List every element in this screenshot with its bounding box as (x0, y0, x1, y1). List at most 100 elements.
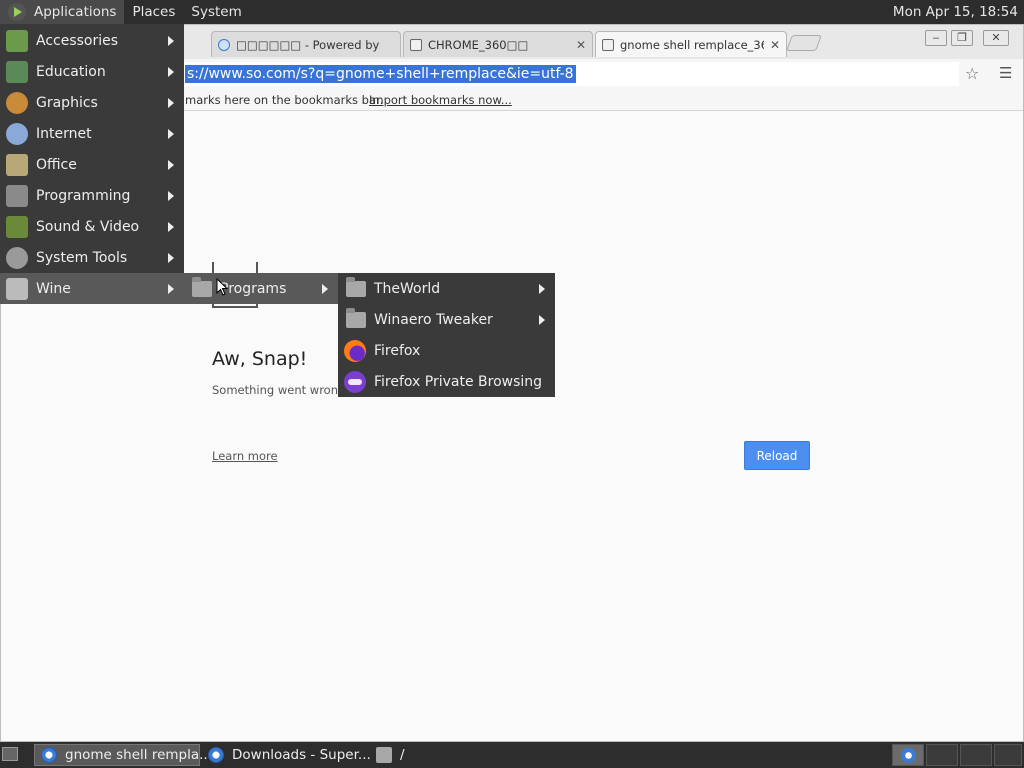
menu-item-label: System Tools (36, 249, 128, 266)
tab-title: gnome shell remplace_360 (620, 37, 764, 52)
applications-label: Applications (34, 4, 117, 20)
menu-item-label: Sound & Video (36, 218, 140, 235)
tab-1[interactable]: □□□□□□ - Powered by (211, 31, 401, 57)
submenu-arrow-icon (539, 283, 545, 294)
taskbar-item-gnome-shell[interactable]: gnome shell rempla... (34, 744, 212, 766)
menu-item-firefox-private[interactable]: Firefox Private Browsing (338, 366, 555, 397)
taskbar-item-label: Downloads - Super... (232, 747, 371, 763)
workspace-4[interactable] (994, 744, 1022, 766)
submenu-arrow-icon (539, 314, 545, 325)
learn-more-link[interactable]: Learn more (212, 449, 278, 463)
workspace-3[interactable] (960, 744, 992, 766)
taskbar-item-downloads[interactable]: Downloads - Super... (202, 744, 371, 766)
folder-icon (346, 307, 366, 328)
submenu-arrow-icon (168, 35, 174, 46)
submenu-arrow-icon (168, 252, 174, 263)
menu-item-label: Firefox (374, 342, 421, 359)
firefox-private-icon (344, 370, 366, 393)
close-tab-icon[interactable]: ✕ (576, 38, 586, 52)
submenu-arrow-icon (168, 66, 174, 77)
menu-item-accessories[interactable]: Accessories (0, 25, 184, 56)
applications-menu-button[interactable]: Applications (0, 0, 125, 24)
top-panel: Applications Places System Mon Apr 15, 1… (0, 0, 1024, 24)
folder-icon (376, 747, 392, 763)
taskbar-item-root-folder[interactable]: / (370, 744, 490, 766)
taskbar-item-label: / (400, 747, 405, 763)
menu-item-programming[interactable]: Programming (0, 180, 184, 211)
menu-item-firefox[interactable]: Firefox (338, 335, 555, 366)
close-tab-icon[interactable]: ✕ (770, 38, 780, 52)
graphics-icon (6, 91, 28, 114)
system-menu-button[interactable]: System (183, 0, 249, 24)
menu-item-label: Office (36, 156, 77, 173)
folder-icon (192, 276, 212, 297)
system-tools-icon (6, 246, 28, 269)
chrome-menu-icon[interactable]: ☰ (999, 64, 1012, 82)
menu-item-label: Graphics (36, 94, 98, 111)
tab-2[interactable]: CHROME_360□□ ✕ (403, 31, 593, 57)
menu-item-theworld[interactable]: TheWorld (338, 273, 555, 304)
menu-item-label: Internet (36, 125, 92, 142)
submenu-arrow-icon (168, 97, 174, 108)
sad-page-icon (410, 38, 422, 51)
error-message: Something went wrong w (212, 383, 359, 397)
menu-item-winaero-tweaker[interactable]: Winaero Tweaker (338, 304, 555, 335)
clock[interactable]: Mon Apr 15, 18:54 (893, 4, 1024, 20)
folder-icon (346, 276, 366, 297)
education-icon (6, 60, 28, 83)
import-bookmarks-link[interactable]: Import bookmarks now... (369, 93, 512, 107)
chrome-icon (208, 747, 224, 763)
tab-3-active[interactable]: gnome shell remplace_360 ✕ (595, 31, 787, 57)
programming-icon (6, 184, 28, 207)
sound-video-icon (6, 215, 28, 238)
tab-title: CHROME_360□□ (428, 37, 529, 52)
menu-item-programs[interactable]: Programs (184, 273, 338, 304)
globe-icon (218, 38, 230, 51)
mouse-cursor-icon (216, 278, 228, 296)
office-icon (6, 153, 28, 176)
menu-item-label: Programs (220, 280, 287, 297)
taskbar-item-label: gnome shell rempla... (65, 747, 212, 763)
workspace-1[interactable] (892, 744, 924, 766)
menu-item-label: Wine (36, 280, 71, 297)
internet-icon (6, 122, 28, 145)
menu-item-wine[interactable]: Wine (0, 273, 184, 304)
submenu-arrow-icon (168, 128, 174, 139)
gnome-foot-icon (8, 3, 26, 21)
reload-button[interactable]: Reload (744, 441, 810, 470)
maximize-button[interactable]: ❐ (951, 30, 973, 46)
page-heading: Aw, Snap! (212, 348, 308, 370)
menu-item-education[interactable]: Education (0, 56, 184, 87)
tab-title: □□□□□□ - Powered by (236, 37, 380, 52)
submenu-arrow-icon (168, 159, 174, 170)
minimize-button[interactable]: ‒ (925, 30, 947, 46)
chrome-icon (901, 748, 916, 763)
accessories-icon (6, 29, 28, 52)
wine-icon (6, 277, 28, 300)
bookmark-star-icon[interactable]: ☆ (965, 64, 979, 83)
programs-submenu: TheWorld Winaero Tweaker Firefox Firefox… (338, 273, 555, 397)
wine-submenu: Programs (184, 273, 338, 304)
menu-item-label: TheWorld (374, 280, 441, 297)
firefox-icon (344, 339, 366, 362)
bottom-taskbar: gnome shell rempla... Downloads - Super.… (0, 742, 1024, 768)
menu-item-internet[interactable]: Internet (0, 118, 184, 149)
menu-item-label: Education (36, 63, 106, 80)
submenu-arrow-icon (168, 283, 174, 294)
url-text[interactable]: s://www.so.com/s?q=gnome+shell+remplace&… (185, 65, 576, 83)
show-desktop-button[interactable] (2, 747, 18, 761)
menu-item-label: Accessories (36, 32, 119, 49)
workspace-2[interactable] (926, 744, 958, 766)
menu-item-office[interactable]: Office (0, 149, 184, 180)
menu-item-graphics[interactable]: Graphics (0, 87, 184, 118)
close-window-button[interactable]: ✕ (983, 30, 1009, 46)
places-menu-button[interactable]: Places (124, 0, 183, 24)
menu-item-sound-video[interactable]: Sound & Video (0, 211, 184, 242)
applications-menu: Accessories Education Graphics Internet … (0, 24, 184, 304)
new-tab-button[interactable] (786, 35, 822, 51)
submenu-arrow-icon (168, 190, 174, 201)
submenu-arrow-icon (322, 283, 328, 294)
menu-item-label: Firefox Private Browsing (374, 373, 543, 390)
menu-item-system-tools[interactable]: System Tools (0, 242, 184, 273)
bookmarks-bar-hint: marks here on the bookmarks bar. (185, 93, 384, 107)
